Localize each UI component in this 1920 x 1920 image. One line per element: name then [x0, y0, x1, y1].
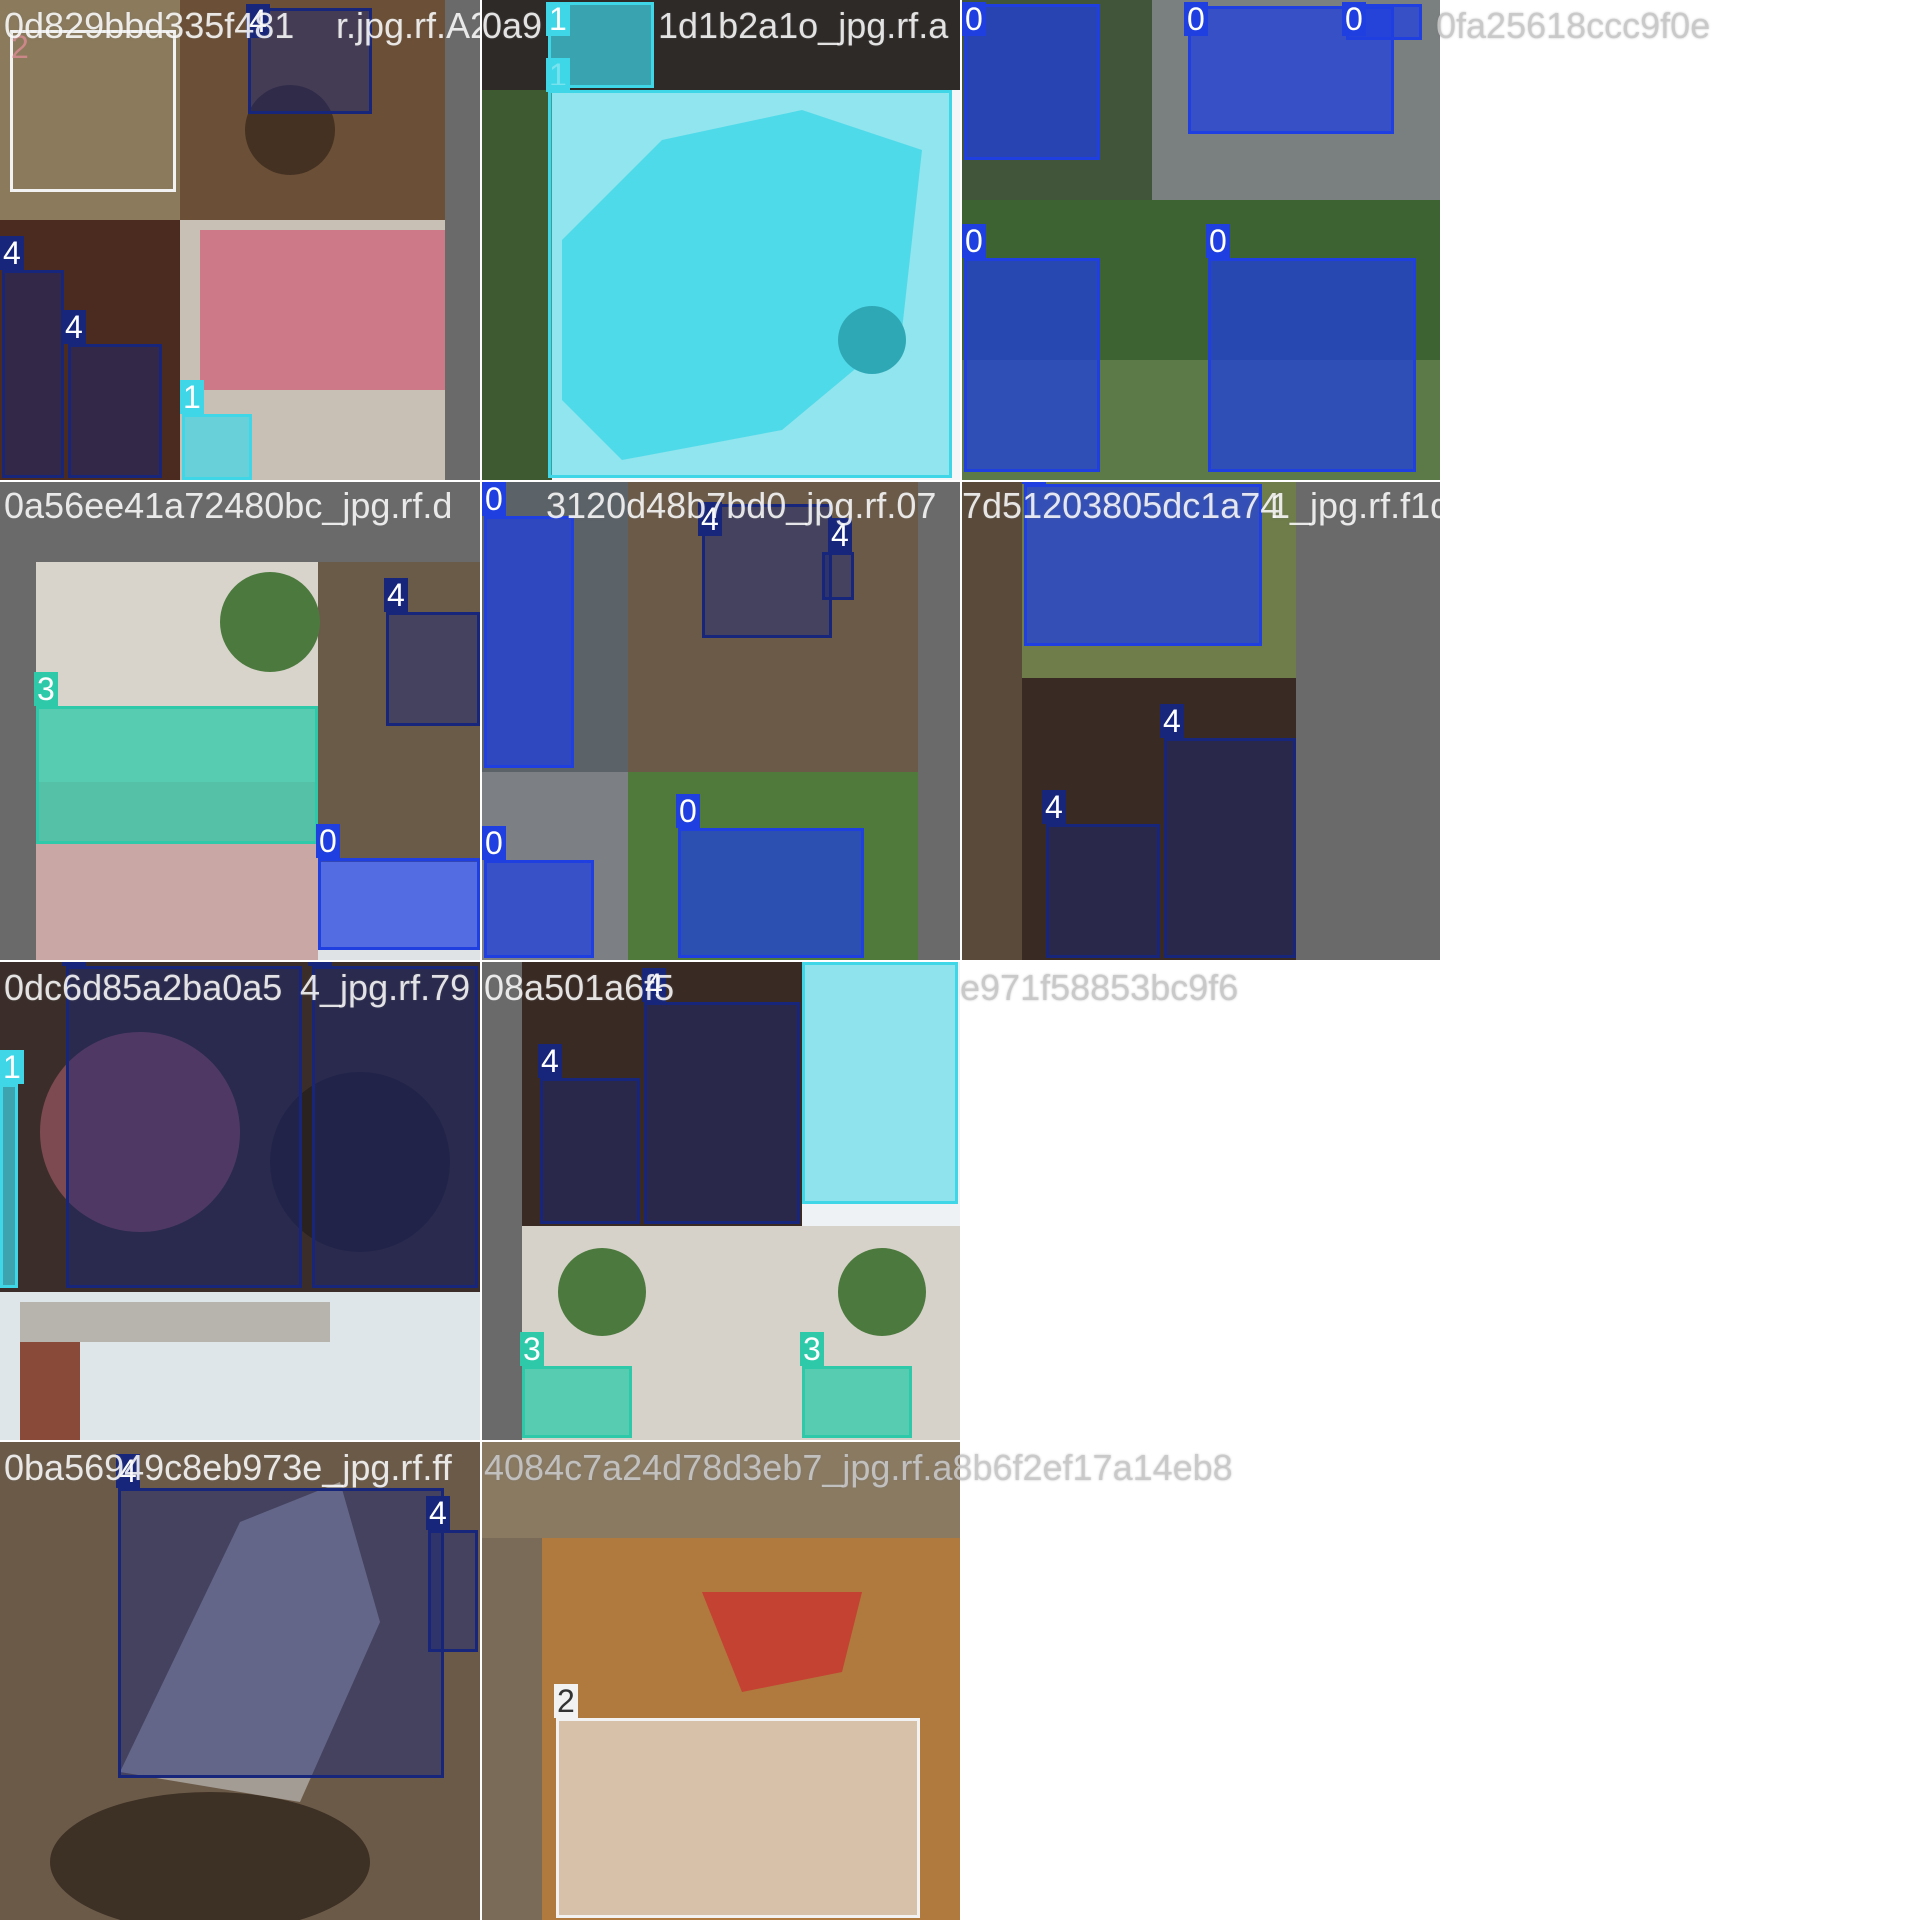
label-4: 4 — [426, 1496, 450, 1530]
bbox-bus — [556, 1718, 920, 1918]
mosaic-tile-10: 2 — [482, 1442, 960, 1920]
mosaic-tile-4: 3 4 0 0a56ee41a72480bc_jpg.rf.d — [0, 482, 480, 960]
bbox-car — [182, 414, 252, 480]
bbox-bus — [10, 30, 176, 192]
tile-8-filename: 08a501a6f5 — [484, 967, 675, 1008]
bbox-motorcycle — [68, 344, 162, 478]
tile-2-filename: 0a9 — [482, 5, 543, 46]
label-0: 0 — [316, 824, 340, 858]
tile-1-filename: 0d829bbd335f481 — [4, 5, 295, 46]
tile-4-filename: 0a56ee41a72480bc_jpg.rf.d — [4, 485, 453, 526]
label-0: 0 — [1022, 482, 1046, 484]
bbox-car — [548, 90, 952, 478]
label-3: 3 — [800, 1332, 824, 1366]
bbox-ambulance — [964, 258, 1100, 472]
label-3: 3 — [520, 1332, 544, 1366]
label-0: 0 — [962, 2, 986, 36]
bbox-truck — [522, 1366, 632, 1438]
label-4: 4 — [538, 1044, 562, 1078]
tile-8-filename-suffix: e971f58853bc9f6 — [960, 967, 1239, 1008]
bbox-ambulance — [1208, 258, 1416, 472]
label-2: 2 — [554, 1684, 578, 1718]
label-0: 0 — [676, 794, 700, 828]
mosaic-tile-1: 2 4 4 4 1 0d829bbd335f481 r.jpg.rf.A2 — [0, 0, 480, 480]
bbox-ambulance — [678, 828, 864, 958]
bbox-motorcycle — [1046, 824, 1160, 958]
mosaic-tile-5: 0 4 4 0 0 3120d48b7bd0_jpg.rf.07 — [482, 482, 960, 960]
label-1: 1 — [180, 380, 204, 414]
label-0: 0 — [1206, 224, 1230, 258]
bbox-motorcycle — [66, 966, 302, 1288]
tile-9-filename: 0ba56949c8eb973e_jpg.rf.ff — [4, 1447, 452, 1488]
bbox-motorcycle — [386, 612, 480, 726]
bbox-car — [802, 962, 958, 1204]
tile-6-filename-suffix: 1_jpg.rf.f1dddbc942fd2fa7 — [1270, 485, 1440, 526]
bbox-motorcycle — [1164, 738, 1296, 958]
bbox-motorcycle — [2, 270, 64, 478]
tile-1-filename-suffix: r.jpg.rf.A2 — [336, 5, 480, 46]
mosaic-tile-3: 0 0 0 0 0 — [962, 0, 1440, 480]
label-0: 0 — [1342, 2, 1366, 36]
mosaic-tile-2: 1 1 0a9 1d1b2a1o_jpg.rf.a — [482, 0, 960, 480]
tile-3-filename-suffix: 0fa25618ccc9f0e — [1436, 5, 1711, 46]
mosaic-tile-9: 4 4 0ba56949c8eb973e_jpg.rf.ff — [0, 1442, 480, 1920]
label-4: 4 — [62, 962, 86, 966]
tile-6-filename: 7d51203805dc1a74 — [962, 485, 1281, 526]
mosaic-tile-6: 0 4 4 7d51203805dc1a74 1_jpg.rf.f1dddbc9… — [962, 482, 1440, 960]
label-4: 4 — [384, 578, 408, 612]
tile-2-filename-suffix: 1d1b2a1o_jpg.rf.a — [658, 5, 949, 46]
label-1: 1 — [0, 1050, 24, 1084]
bbox-car — [0, 1084, 18, 1288]
label-4: 4 — [1160, 704, 1184, 738]
tile-7-filename-suffix: 4_jpg.rf.79 — [300, 967, 471, 1008]
tile-7-filename: 0dc6d85a2ba0a5 — [4, 967, 283, 1008]
bbox-motorcycle — [822, 552, 854, 600]
bbox-motorcycle — [118, 1488, 444, 1778]
label-3: 3 — [34, 672, 58, 706]
label-4: 4 — [1042, 790, 1066, 824]
tile-10-filename: 4084c7a24d78d3eb7_jpg.rf.a8b6f2ef17a14eb… — [484, 1447, 1233, 1488]
bbox-ambulance — [318, 858, 480, 950]
mosaic-tile-8: 4 4 1 3 3 08a501a6f5 — [482, 962, 960, 1440]
label-0: 0 — [482, 826, 506, 860]
label-4: 4 — [62, 310, 86, 344]
label-1: 1 — [546, 2, 570, 36]
bbox-motorcycle — [644, 1002, 800, 1224]
bbox-truck — [36, 706, 318, 844]
mosaic-tile-7: 4 4 1 0dc6d85a2ba0a5 4_jpg.rf.79 — [0, 962, 480, 1440]
label-0: 0 — [962, 224, 986, 258]
bbox-ambulance — [484, 516, 574, 768]
label-4: 4 — [308, 962, 332, 966]
bbox-ambulance — [484, 860, 594, 958]
label-4: 4 — [0, 236, 24, 270]
tile-5-filename: 3120d48b7bd0_jpg.rf.07 — [546, 485, 937, 526]
bbox-motorcycle — [312, 966, 478, 1288]
bbox-motorcycle — [428, 1530, 478, 1652]
bbox-truck — [802, 1366, 912, 1438]
label-0: 0 — [482, 482, 506, 516]
bbox-motorcycle — [540, 1078, 640, 1224]
label-0: 0 — [1184, 2, 1208, 36]
